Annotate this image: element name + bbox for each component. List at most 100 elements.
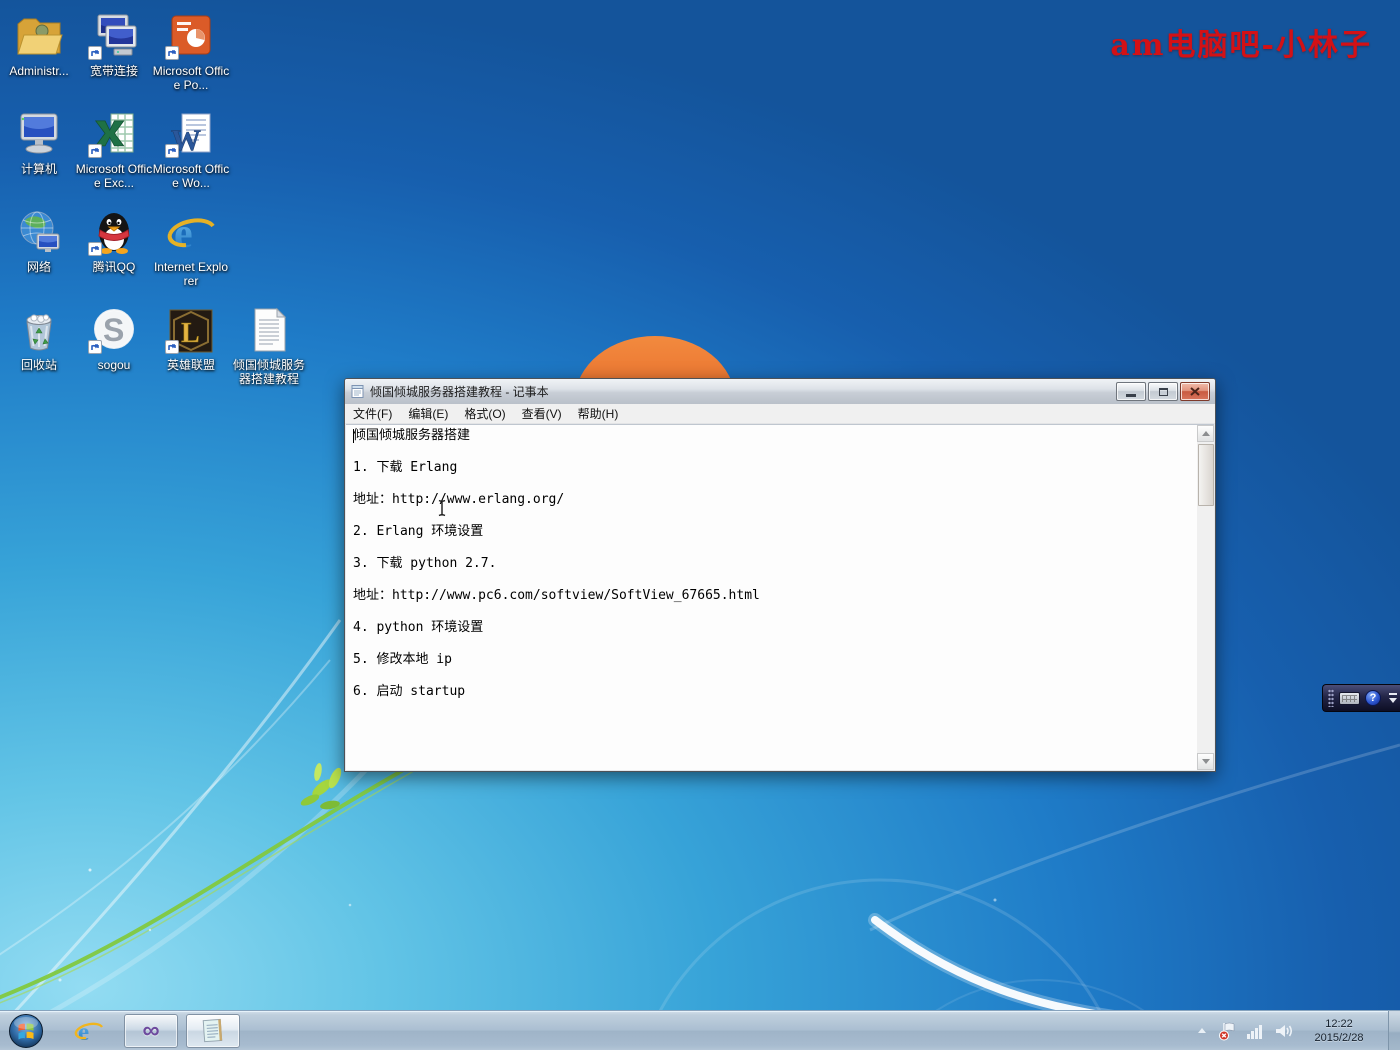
start-button[interactable] [8,1013,44,1049]
icon-label: 宽带连接 [75,64,153,78]
scroll-up-button[interactable] [1197,425,1214,442]
up-arrow-icon [1196,1026,1208,1036]
clock-date: 2015/2/28 [1304,1031,1374,1045]
desktop-icon-computer[interactable]: 计算机 [0,106,78,176]
icon-label: Microsoft Office Exc... [75,162,153,190]
icon-label: Internet Explorer [152,260,230,288]
desktop-icon-league-of-legends[interactable]: L 英雄联盟 [152,302,230,372]
shortcut-arrow-icon [165,340,179,354]
word-icon: W [152,106,230,158]
notepad-window: 倾国倾城服务器搭建教程 - 记事本 文件(F) 编辑(E) 格式(O) 查看(V… [344,378,1216,772]
taskbar-notepad-button[interactable] [186,1014,240,1048]
svg-text:L: L [181,318,200,349]
sogou-icon: S [75,302,153,354]
watermark-text: am电脑吧-小林子 [1110,20,1372,64]
network-icon [0,204,78,256]
minimize-icon [1126,394,1136,397]
desktop-icon-office-word[interactable]: W Microsoft Office Wo... [152,106,230,190]
shortcut-arrow-icon [88,340,102,354]
notepad-text-area[interactable]: 倾国倾城服务器搭建 1. 下载 Erlang 地址：http://www.erl… [346,425,1197,770]
taskbar-ie-icon[interactable]: e [74,1017,104,1045]
scroll-down-button[interactable] [1197,753,1214,770]
desktop-icon-tutorial-file[interactable]: 倾国倾城服务器搭建教程 [230,302,308,386]
taskbar-clock[interactable]: 12:22 2015/2/28 [1304,1017,1374,1045]
maximize-button[interactable] [1148,382,1178,401]
show-hidden-icons-button[interactable] [1196,1026,1208,1036]
notepad-titlebar[interactable]: 倾国倾城服务器搭建教程 - 记事本 [345,379,1215,404]
desktop-icon-internet-explorer[interactable]: e Internet Explorer [152,204,230,288]
language-bar-minimize-icon[interactable] [1389,693,1397,695]
icon-label: Microsoft Office Wo... [152,162,230,190]
desktop-icon-tencent-qq[interactable]: 腾讯QQ [75,204,153,274]
clock-time: 12:22 [1304,1017,1374,1031]
notepad-body: 倾国倾城服务器搭建 1. 下载 Erlang 地址：http://www.erl… [346,425,1214,770]
wallpaper-leaf-sprig [299,763,343,811]
show-desktop-button[interactable] [1388,1011,1400,1050]
computer-icon [0,106,78,158]
desktop-icon-office-powerpoint[interactable]: Microsoft Office Po... [152,8,230,92]
desktop-icon-broadband-connection[interactable]: 宽带连接 [75,8,153,78]
icon-label: 计算机 [0,162,78,176]
svg-text:e: e [174,211,193,256]
menu-format[interactable]: 格式(O) [456,405,513,422]
language-bar-options-icon[interactable] [1389,698,1397,703]
powerpoint-icon [152,8,230,60]
minimize-button[interactable] [1116,382,1146,401]
text-caret [353,429,354,443]
volume-icon[interactable] [1274,1022,1294,1040]
ie-icon: e [152,204,230,256]
language-bar-grip[interactable] [1328,689,1334,707]
notepad-menubar: 文件(F) 编辑(E) 格式(O) 查看(V) 帮助(H) [345,404,1215,424]
maximize-icon [1159,388,1168,396]
action-center-icon[interactable] [1218,1021,1238,1041]
menu-help[interactable]: 帮助(H) [570,405,627,422]
lol-icon: L [152,302,230,354]
menu-edit[interactable]: 编辑(E) [400,405,456,422]
text-file-icon [230,302,308,354]
shortcut-arrow-icon [88,144,102,158]
taskbar-visual-studio-button[interactable]: ∞ [124,1014,178,1048]
broadband-icon [75,8,153,60]
visual-studio-icon: ∞ [142,1019,159,1043]
notepad-content: 倾国倾城服务器搭建 1. 下载 Erlang 地址：http://www.erl… [346,425,1197,700]
icon-label: 倾国倾城服务器搭建教程 [230,358,308,386]
svg-text:S: S [103,312,124,348]
icon-label: Administr... [0,64,78,78]
desktop: am电脑吧-小林子 Administr... [0,0,1400,1050]
desktop-icon-office-excel[interactable]: Microsoft Office Exc... [75,106,153,190]
network-status-icon[interactable] [1246,1022,1266,1040]
scroll-down-icon [1202,759,1210,764]
desktop-icon-sogou[interactable]: S sogou [75,302,153,372]
notepad-icon [199,1017,227,1045]
icon-label: 英雄联盟 [152,358,230,372]
scrollbar-thumb[interactable] [1198,444,1214,506]
icon-label: 网络 [0,260,78,274]
menu-file[interactable]: 文件(F) [345,405,400,422]
icon-label: 回收站 [0,358,78,372]
keyboard-icon[interactable] [1339,692,1360,705]
shortcut-arrow-icon [165,46,179,60]
window-title: 倾国倾城服务器搭建教程 - 记事本 [370,383,1116,400]
shortcut-arrow-icon [88,242,102,256]
desktop-icon-recycle-bin[interactable]: 回收站 [0,302,78,372]
shortcut-arrow-icon [165,144,179,158]
help-icon[interactable]: ? [1365,690,1381,706]
desktop-icon-administrator[interactable]: Administr... [0,8,78,78]
icon-label: sogou [75,358,153,372]
menu-view[interactable]: 查看(V) [514,405,570,422]
svg-text:e: e [78,1019,89,1045]
language-bar[interactable]: ? [1322,684,1400,712]
system-tray: 12:22 2015/2/28 [1196,1011,1400,1050]
icon-label: 腾讯QQ [75,260,153,274]
recycle-bin-icon [0,302,78,354]
excel-icon [75,106,153,158]
vertical-scrollbar[interactable] [1197,425,1214,770]
qq-penguin-icon [75,204,153,256]
taskbar: e ∞ [0,1010,1400,1050]
administrator-folder-icon [0,8,78,60]
icon-label: Microsoft Office Po... [152,64,230,92]
shortcut-arrow-icon [88,46,102,60]
close-button[interactable] [1180,382,1210,401]
mouse-ibeam-cursor [437,499,447,517]
desktop-icon-network[interactable]: 网络 [0,204,78,274]
